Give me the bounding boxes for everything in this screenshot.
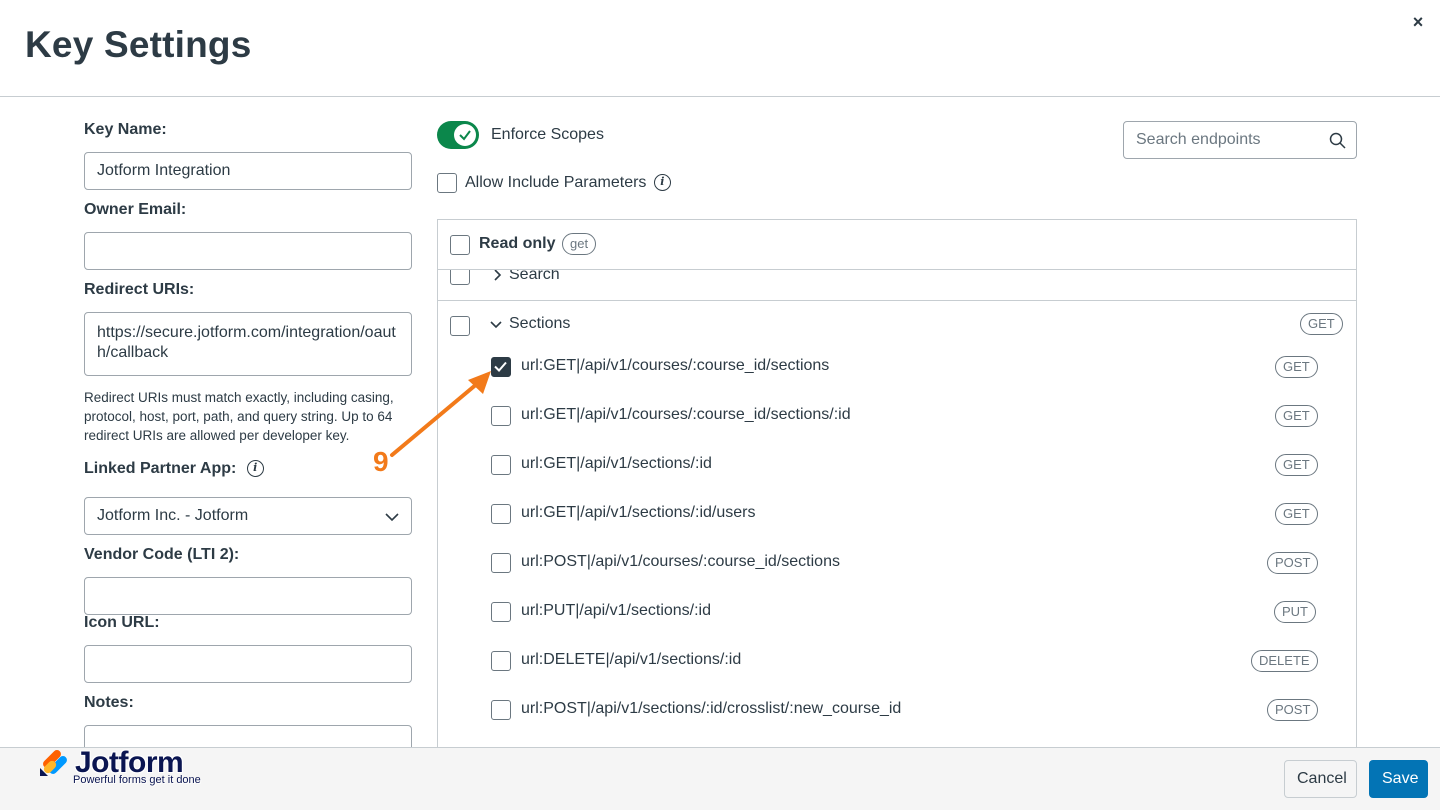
method-pill: POST [1267, 699, 1319, 721]
check-icon [459, 130, 471, 141]
owner-email-field[interactable] [84, 232, 412, 270]
search-placeholder: Search endpoints [1136, 131, 1261, 148]
allow-include-label: Allow Include Parameters i [465, 174, 671, 192]
scopes-panel: Read only get Search Sections GET url:GE… [437, 219, 1357, 759]
method-pill: GET [1275, 503, 1318, 525]
close-button[interactable]: × [1408, 12, 1428, 32]
endpoint-checkbox[interactable] [491, 602, 511, 622]
endpoint-label: url:GET|/api/v1/sections/:id [521, 455, 712, 472]
linked-partner-value: Jotform Inc. - Jotform [97, 507, 249, 524]
key-name-label: Key Name: [84, 121, 167, 138]
method-pill: DELETE [1251, 650, 1318, 672]
endpoint-checkbox[interactable] [491, 651, 511, 671]
endpoint-checkbox[interactable] [491, 406, 511, 426]
method-pill: PUT [1274, 601, 1316, 623]
read-only-header: Read only get [438, 220, 1356, 270]
endpoint-checkbox[interactable] [491, 700, 511, 720]
key-name-field[interactable]: Jotform Integration [84, 152, 412, 190]
endpoint-checkbox[interactable] [491, 455, 511, 475]
endpoint-label: url:POST|/api/v1/courses/:course_id/sect… [521, 553, 840, 570]
chevron-down-icon [385, 513, 399, 522]
endpoint-label: url:DELETE|/api/v1/sections/:id [521, 651, 742, 668]
icon-url-field[interactable] [84, 645, 412, 683]
group-sections-pill: GET [1300, 313, 1343, 335]
search-endpoints-input[interactable]: Search endpoints [1123, 121, 1357, 159]
vendor-code-field[interactable] [84, 577, 412, 615]
endpoint-label: url:POST|/api/v1/sections/:id/crosslist/… [521, 700, 902, 717]
redirect-uris-help: Redirect URIs must match exactly, includ… [84, 390, 394, 443]
method-pill: POST [1267, 552, 1319, 574]
cancel-button[interactable]: Cancel [1284, 760, 1357, 798]
endpoint-checkbox[interactable] [491, 357, 511, 377]
redirect-uris-label: Redirect URIs: [84, 281, 195, 298]
method-pill: GET [1275, 454, 1318, 476]
group-sections-checkbox[interactable] [450, 316, 470, 336]
save-button[interactable]: Save [1369, 760, 1428, 798]
method-pill: GET [1275, 356, 1318, 378]
endpoint-checkbox[interactable] [491, 504, 511, 524]
read-only-label: Read only [479, 235, 556, 252]
page-title: Key Settings [25, 24, 252, 65]
linked-partner-label-text: Linked Partner App: [84, 460, 237, 477]
step-number: 9 [373, 446, 389, 477]
info-icon[interactable]: i [653, 174, 671, 192]
search-icon [1329, 132, 1346, 149]
group-sections-label[interactable]: Sections [509, 315, 570, 333]
endpoint-label: url:GET|/api/v1/courses/:course_id/secti… [521, 357, 830, 374]
row-divider [438, 300, 1356, 301]
info-icon[interactable]: i [246, 460, 264, 478]
jotform-logo-icon [40, 750, 67, 776]
read-only-checkbox[interactable] [450, 235, 470, 255]
owner-email-label: Owner Email: [84, 201, 187, 218]
icon-url-label: Icon URL: [84, 614, 160, 631]
modal-header: Key Settings × [0, 0, 1440, 97]
jotform-logo: Jotform Powerful forms get it done [38, 746, 218, 790]
linked-partner-select[interactable]: Jotform Inc. - Jotform [84, 497, 412, 535]
vendor-code-label: Vendor Code (LTI 2): [84, 546, 240, 563]
endpoint-checkbox[interactable] [491, 553, 511, 573]
enforce-scopes-toggle[interactable] [437, 121, 479, 149]
notes-label: Notes: [84, 694, 134, 711]
jotform-tagline: Powerful forms get it done [73, 774, 201, 786]
redirect-uris-field[interactable]: https://secure.jotform.com/integration/o… [84, 312, 412, 376]
read-only-pill: get [562, 233, 597, 255]
toggle-knob [454, 124, 476, 146]
check-icon [494, 361, 507, 372]
allow-include-text: Allow Include Parameters [465, 174, 647, 191]
chevron-right-icon[interactable] [492, 269, 504, 281]
endpoint-label: url:PUT|/api/v1/sections/:id [521, 602, 712, 619]
enforce-scopes-label: Enforce Scopes [491, 126, 604, 143]
endpoint-label: url:GET|/api/v1/sections/:id/users [521, 504, 756, 521]
linked-partner-label: Linked Partner App: i [84, 460, 264, 478]
endpoint-label: url:GET|/api/v1/courses/:course_id/secti… [521, 406, 851, 423]
method-pill: GET [1275, 405, 1318, 427]
allow-include-checkbox[interactable] [437, 173, 457, 193]
chevron-down-icon[interactable] [490, 319, 502, 331]
